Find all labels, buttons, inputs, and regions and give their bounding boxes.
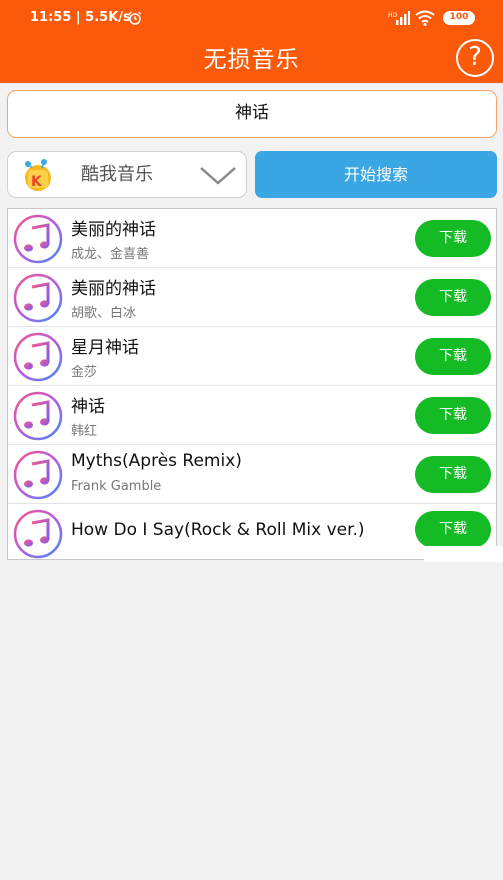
page-title: 无损音乐 [203,47,300,73]
svg-text:K: K [31,174,43,190]
song-title: 美丽的神话 [71,220,156,240]
music-note-icon [13,509,63,559]
download-button[interactable]: 下载 [415,397,491,434]
start-search-button[interactable]: 开始搜索 [255,151,497,198]
download-button[interactable]: 下载 [415,511,491,548]
song-title: How Do I Say(Rock & Roll Mix ver.) [71,520,365,540]
music-note-icon [13,332,63,382]
music-note-icon [13,214,63,264]
music-note-icon [13,273,63,323]
song-list: 美丽的神话 成龙、金喜善 下载 美丽的神话 胡歌、白冰 下载 星月神话 金莎 下… [7,208,497,560]
song-artist: 胡歌、白冰 [71,306,137,321]
song-title: 神话 [71,397,105,417]
download-button[interactable]: 下载 [415,220,491,257]
kuwo-logo-icon: K [25,159,51,191]
status-bar: 11:55 | 5.5K/s HD 100 [0,0,503,36]
battery-level: 100 [449,12,469,22]
list-item[interactable]: How Do I Say(Rock & Roll Mix ver.) 下载 [8,504,496,559]
svg-text:HD: HD [388,12,398,19]
search-input-value: 神话 [235,103,269,123]
song-title: Myths(Après Remix) [71,451,242,471]
wifi-icon [415,10,435,26]
song-title: 星月神话 [71,338,139,358]
help-button[interactable]: ? [456,39,494,77]
song-title: 美丽的神话 [71,279,156,299]
download-button[interactable]: 下载 [415,279,491,316]
music-note-icon [13,450,63,500]
list-item[interactable]: 神话 韩红 下载 [8,386,496,445]
song-artist: 金莎 [71,365,98,380]
overlay-patch [424,546,503,562]
list-item[interactable]: 星月神话 金莎 下载 [8,327,496,386]
search-input[interactable]: 神话 [7,90,497,138]
chevron-down-icon [200,167,236,185]
music-note-icon [13,391,63,441]
download-button[interactable]: 下载 [415,456,491,493]
battery-indicator: 100 [443,11,475,25]
song-artist: Frank Gamble [71,479,162,494]
signal-icon: HD [388,11,410,25]
source-dropdown[interactable]: K 酷我音乐 [7,151,247,198]
song-artist: 成龙、金喜善 [71,247,150,262]
app-header: 11:55 | 5.5K/s HD 100 无损音乐 ? [0,0,503,83]
song-artist: 韩红 [71,424,98,439]
list-item[interactable]: 美丽的神话 胡歌、白冰 下载 [8,268,496,327]
download-button[interactable]: 下载 [415,338,491,375]
list-item[interactable]: Myths(Après Remix) Frank Gamble 下载 [8,445,496,504]
status-time: 11:55 | 5.5K/s [30,10,131,25]
list-item[interactable]: 美丽的神话 成龙、金喜善 下载 [8,209,496,268]
source-label: 酷我音乐 [81,164,153,185]
alarm-icon [128,11,142,25]
